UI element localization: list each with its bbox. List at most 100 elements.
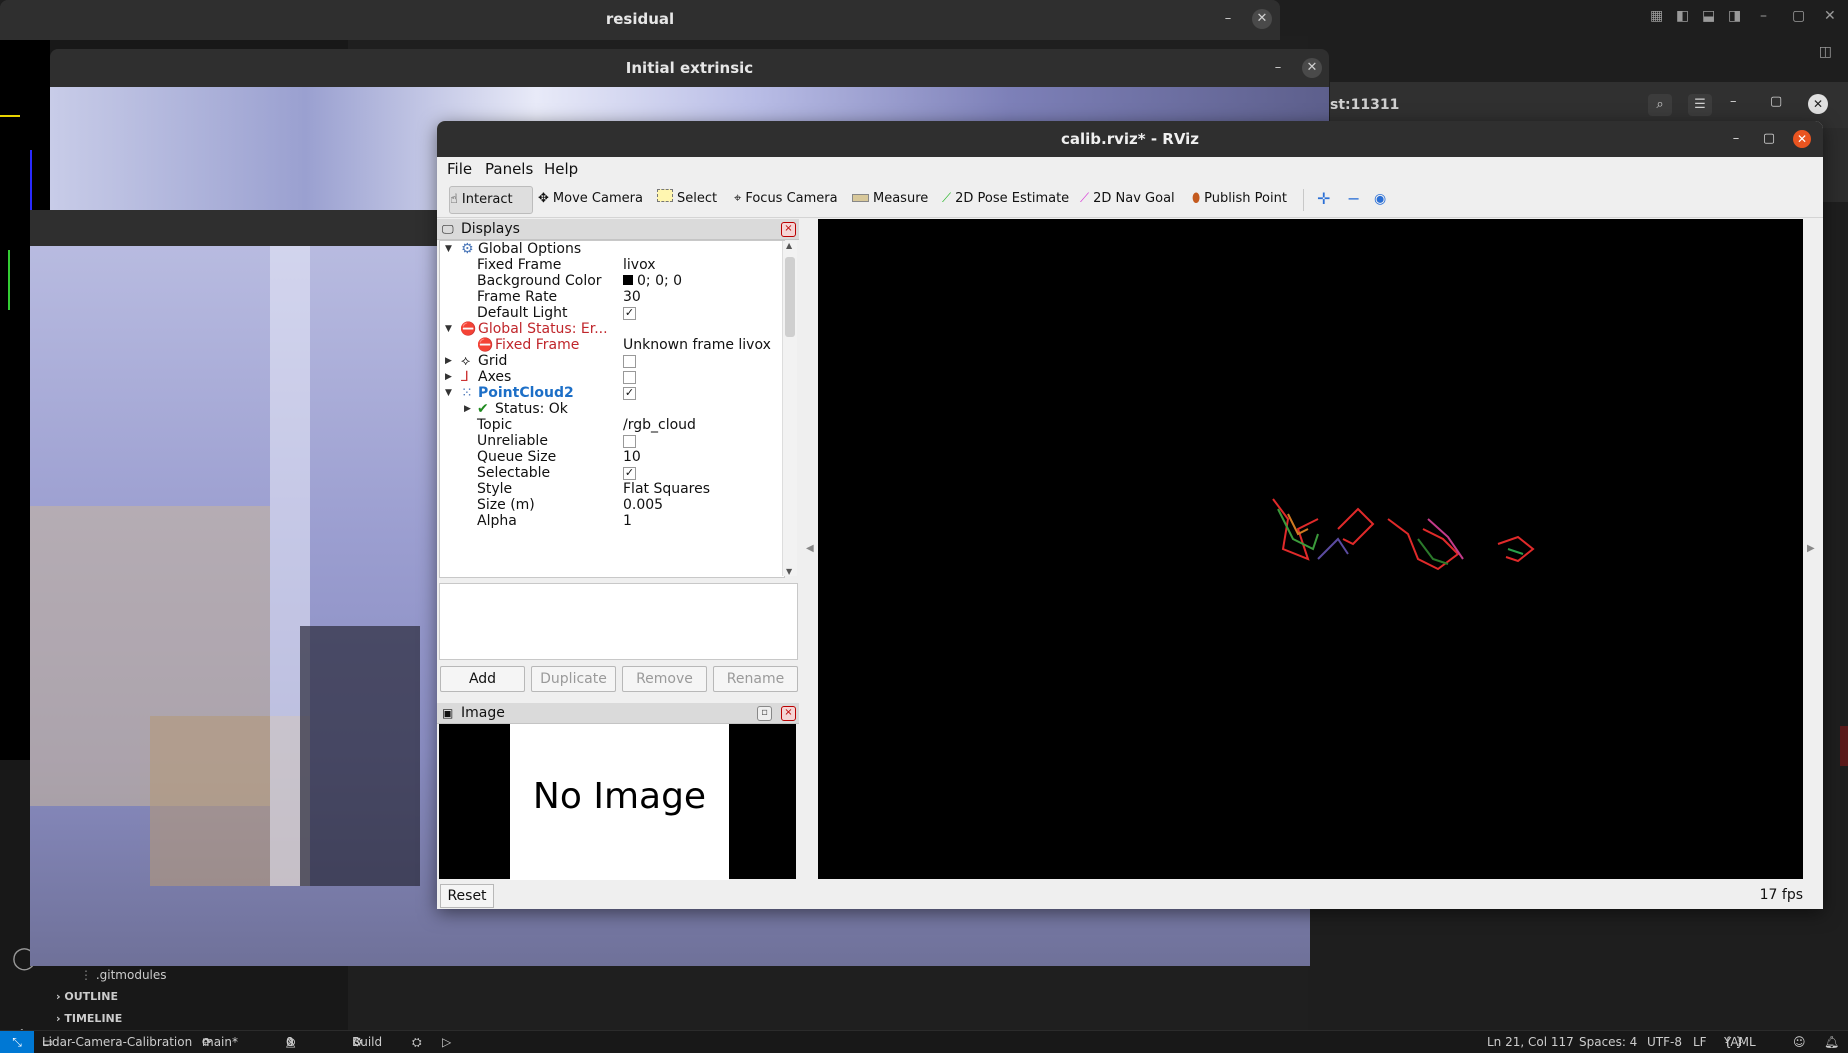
interact-tool[interactable]: ☝ Interact: [449, 186, 533, 214]
residual-window: residual – ✕: [0, 0, 1280, 40]
remove-tool-icon[interactable]: −: [1347, 186, 1360, 212]
run-icon[interactable]: ▷: [442, 1031, 451, 1053]
unreliable-checkbox[interactable]: [623, 434, 636, 448]
close-icon[interactable]: ✕: [1793, 130, 1811, 148]
add-tool-icon[interactable]: ✛: [1317, 186, 1330, 212]
select-tool[interactable]: Select: [657, 186, 717, 212]
focus-camera-tool[interactable]: ⌖ Focus Camera: [734, 186, 838, 212]
remote-icon[interactable]: ⤡: [0, 1031, 34, 1053]
tool-toolbar: ☝ Interact ✥ Move Camera Select ⌖ Focus Cam…: [437, 181, 1823, 218]
fps-label: 17 fps: [1759, 887, 1803, 903]
displays-scrollbar[interactable]: ▲ ▼: [782, 241, 797, 576]
minimize-icon[interactable]: –: [1218, 9, 1238, 29]
plot-mark: [0, 115, 20, 117]
reset-button[interactable]: Reset: [440, 884, 494, 908]
displays-tree: ▼ ⚙ Global Options Fixed Frame livox Bac…: [439, 240, 785, 578]
encoding[interactable]: UTF-8: [1647, 1031, 1682, 1053]
close-panel-icon[interactable]: ×: [781, 222, 796, 237]
pointcloud2-checkbox[interactable]: ✓: [623, 386, 636, 400]
monitor-icon: 🖵: [442, 222, 454, 236]
select-icon: [657, 189, 673, 202]
chair-shape: [300, 626, 420, 886]
move-camera-tool[interactable]: ✥ Move Camera: [538, 186, 643, 212]
minimize-icon[interactable]: –: [1730, 94, 1737, 109]
layout-icon[interactable]: ▦: [1650, 8, 1663, 24]
focus-camera-icon: ⌖: [734, 191, 742, 206]
timeline-section[interactable]: › TIMELINE: [56, 1008, 122, 1030]
menubar: File Panels Help: [437, 157, 1823, 181]
cloud-stroke: [1507, 548, 1524, 555]
axes-checkbox[interactable]: [623, 370, 636, 384]
cloud-stroke: [1317, 537, 1349, 560]
publish-point-icon: ⬮: [1192, 191, 1201, 206]
close-icon[interactable]: ✕: [1808, 94, 1828, 114]
outline-section[interactable]: › OUTLINE: [56, 986, 118, 1008]
maximize-icon[interactable]: ▢: [1770, 94, 1782, 109]
image-panel-header: ▣ Image ▫ ×: [437, 703, 799, 724]
maximize-icon[interactable]: ▢: [1760, 130, 1778, 148]
undock-panel-icon[interactable]: ▫: [757, 706, 772, 721]
split-editor-icon[interactable]: ◫: [1819, 44, 1832, 60]
collapse-left-icon[interactable]: ◀: [806, 543, 814, 554]
publish-point-tool[interactable]: ⬮ Publish Point: [1192, 186, 1287, 212]
vscode-statusbar: ⤡ ▭ Lidar-Camera-Calibration ⑂ main* ⟳ ⊗…: [0, 1030, 1848, 1053]
toggle-panel-icon[interactable]: ⬓: [1702, 8, 1715, 24]
views-eye-icon[interactable]: ◉: [1374, 186, 1386, 212]
indentation[interactable]: Spaces: 4: [1579, 1031, 1637, 1053]
pose-estimate-icon: ⟋: [942, 191, 952, 206]
maximize-icon[interactable]: ▢: [1792, 8, 1805, 24]
close-icon[interactable]: ✕: [1252, 9, 1272, 29]
toggle-secondary-sidebar-icon[interactable]: ◨: [1728, 8, 1741, 24]
3d-viewport[interactable]: [818, 219, 1803, 879]
menu-icon[interactable]: ☰: [1688, 94, 1712, 116]
menu-help[interactable]: Help: [544, 157, 578, 181]
close-icon[interactable]: ✕: [1824, 8, 1836, 24]
measure-icon: [852, 194, 869, 202]
default-light-checkbox[interactable]: ✓: [623, 306, 636, 320]
duplicate-button[interactable]: Duplicate: [531, 666, 616, 692]
collapse-right-icon[interactable]: ▶: [1807, 543, 1815, 554]
add-button[interactable]: Add: [440, 666, 525, 692]
debug-icon[interactable]: ⛭: [412, 1031, 422, 1053]
rviz-statusbar: Reset 17 fps: [437, 881, 1823, 909]
close-icon[interactable]: ✕: [1302, 58, 1322, 78]
scroll-up-icon[interactable]: ▲: [786, 241, 792, 250]
close-panel-icon[interactable]: ×: [781, 706, 796, 721]
rviz-title: calib.rviz* - RViz: [437, 121, 1823, 157]
scroll-down-icon[interactable]: ▼: [786, 567, 792, 576]
grid-checkbox[interactable]: [623, 354, 636, 368]
plot-mark: [8, 250, 30, 310]
nav-goal-tool[interactable]: ⟋ 2D Nav Goal: [1080, 186, 1175, 212]
toolbar-separator: [1303, 189, 1304, 211]
menu-panels[interactable]: Panels: [485, 157, 533, 181]
pointcloud-render: [1272, 498, 1535, 571]
selectable-checkbox[interactable]: ✓: [623, 466, 636, 480]
pose-estimate-tool[interactable]: ⟋ 2D Pose Estimate: [942, 186, 1069, 212]
measure-tool[interactable]: Measure: [852, 186, 928, 212]
end-of-line[interactable]: LF: [1693, 1031, 1707, 1053]
window-title: Initial extrinsic: [50, 49, 1329, 87]
file-item[interactable]: ⋮ .gitmodules: [80, 964, 167, 986]
minimize-icon[interactable]: –: [1760, 8, 1767, 24]
move-camera-icon: ✥: [538, 191, 549, 206]
file-icon: ⋮: [80, 968, 96, 982]
search-icon[interactable]: ⌕: [1648, 94, 1672, 116]
copilot-icon[interactable]: ☺: [1793, 1031, 1806, 1053]
toggle-sidebar-icon[interactable]: ◧: [1676, 8, 1689, 24]
image-view: No Image: [439, 724, 796, 880]
minimize-icon[interactable]: –: [1727, 130, 1745, 148]
cursor-position[interactable]: Ln 21, Col 117: [1487, 1031, 1574, 1053]
menu-file[interactable]: File: [447, 157, 472, 181]
cloud-stroke: [1337, 507, 1375, 546]
scrollbar-marker: [1840, 726, 1848, 766]
no-image-placeholder: No Image: [510, 724, 729, 880]
tree-row-alpha[interactable]: Alpha 1: [440, 512, 784, 531]
scrollbar-thumb[interactable]: [785, 257, 795, 337]
notifications-icon[interactable]: 🔔︎: [1824, 1031, 1839, 1053]
remove-button[interactable]: Remove: [622, 666, 707, 692]
rviz-window: calib.rviz* - RViz – ▢ ✕ File Panels Hel…: [437, 121, 1823, 909]
rename-button[interactable]: Rename: [713, 666, 798, 692]
cloud-stroke: [1387, 518, 1460, 571]
minimize-icon[interactable]: –: [1268, 58, 1288, 78]
sync-icon: ⟳: [202, 1035, 213, 1049]
